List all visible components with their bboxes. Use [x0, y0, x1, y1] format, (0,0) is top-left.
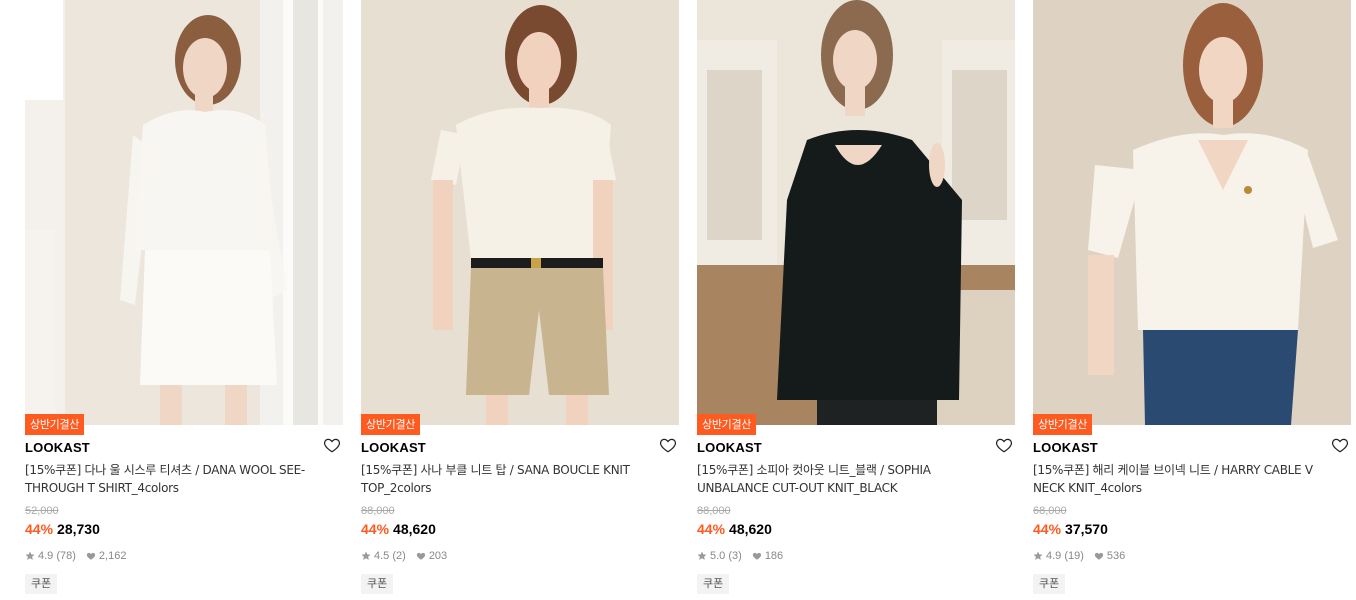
product-meta: 4.5 (2) 203: [361, 550, 447, 562]
price-row: 44% 37,570: [1033, 521, 1108, 537]
sale-price: 48,620: [393, 521, 436, 537]
brand-name[interactable]: LOOKAST: [361, 440, 426, 455]
brand-name[interactable]: LOOKAST: [25, 440, 90, 455]
heart-outline-icon[interactable]: [323, 436, 341, 454]
rating-value: 4.9: [1046, 550, 1062, 562]
discount-rate: 44%: [1033, 521, 1062, 537]
sale-price: 37,570: [1065, 521, 1108, 537]
review-count: (78): [56, 550, 76, 562]
product-title[interactable]: [15%쿠폰] 소피아 컷아웃 니트_블랙 / SOPHIA UNBALANCE…: [697, 461, 997, 497]
original-price: 88,000: [361, 505, 395, 517]
original-price: 68,000: [1033, 505, 1067, 517]
heart-filled-icon: [1094, 551, 1104, 561]
discount-rate: 44%: [361, 521, 390, 537]
heart-filled-icon: [752, 551, 762, 561]
promo-badge: 상반기결산: [361, 414, 421, 435]
product-card[interactable]: 상반기결산 LOOKAST [15%쿠폰] 사나 부클 니트 탑 / SANA …: [361, 0, 679, 600]
rating-value: 4.5: [374, 550, 390, 562]
like-count: 186: [764, 550, 784, 562]
product-grid: 상반기결산 LOOKAST [15%쿠폰] 다나 울 시스루 티셔츠 / DAN…: [0, 0, 1356, 600]
star-icon: [1033, 551, 1043, 561]
promo-badge: 상반기결산: [1033, 414, 1093, 435]
product-image[interactable]: [361, 0, 679, 425]
discount-rate: 44%: [697, 521, 726, 537]
product-card[interactable]: 상반기결산 LOOKAST [15%쿠폰] 다나 울 시스루 티셔츠 / DAN…: [25, 0, 343, 600]
review-count: (19): [1064, 550, 1084, 562]
like-count: 203: [428, 550, 448, 562]
product-image[interactable]: [697, 0, 1015, 425]
coupon-tag: 쿠폰: [25, 574, 58, 594]
promo-badge: 상반기결산: [697, 414, 757, 435]
original-price: 88,000: [697, 505, 731, 517]
star-icon: [697, 551, 707, 561]
product-card[interactable]: 상반기결산 LOOKAST [15%쿠폰] 해리 케이블 브이넥 니트 / HA…: [1033, 0, 1351, 600]
price-row: 44% 28,730: [25, 521, 100, 537]
rating-value: 5.0: [710, 550, 726, 562]
coupon-tag: 쿠폰: [1033, 574, 1066, 594]
product-meta: 4.9 (78) 2,162: [25, 550, 126, 562]
price-row: 44% 48,620: [697, 521, 772, 537]
rating-value: 4.9: [38, 550, 54, 562]
price-row: 44% 48,620: [361, 521, 436, 537]
sale-price: 48,620: [729, 521, 772, 537]
review-count: (3): [728, 550, 742, 562]
original-price: 52,000: [25, 505, 59, 517]
like-count: 536: [1106, 550, 1126, 562]
product-image[interactable]: [25, 0, 343, 425]
discount-rate: 44%: [25, 521, 54, 537]
product-card[interactable]: 상반기결산 LOOKAST [15%쿠폰] 소피아 컷아웃 니트_블랙 / SO…: [697, 0, 1015, 600]
review-count: (2): [392, 550, 406, 562]
product-image[interactable]: [1033, 0, 1351, 425]
product-meta: 4.9 (19) 536: [1033, 550, 1125, 562]
coupon-tag: 쿠폰: [697, 574, 730, 594]
heart-filled-icon: [416, 551, 426, 561]
promo-badge: 상반기결산: [25, 414, 85, 435]
coupon-tag: 쿠폰: [361, 574, 394, 594]
sale-price: 28,730: [57, 521, 100, 537]
product-meta: 5.0 (3) 186: [697, 550, 783, 562]
heart-outline-icon[interactable]: [995, 436, 1013, 454]
like-count: 2,162: [98, 550, 127, 562]
brand-name[interactable]: LOOKAST: [1033, 440, 1098, 455]
product-title[interactable]: [15%쿠폰] 다나 울 시스루 티셔츠 / DANA WOOL SEE-THR…: [25, 461, 325, 497]
star-icon: [361, 551, 371, 561]
heart-outline-icon[interactable]: [659, 436, 677, 454]
heart-filled-icon: [86, 551, 96, 561]
brand-name[interactable]: LOOKAST: [697, 440, 762, 455]
heart-outline-icon[interactable]: [1331, 436, 1349, 454]
product-title[interactable]: [15%쿠폰] 사나 부클 니트 탑 / SANA BOUCLE KNIT TO…: [361, 461, 661, 497]
star-icon: [25, 551, 35, 561]
product-title[interactable]: [15%쿠폰] 해리 케이블 브이넥 니트 / HARRY CABLE V NE…: [1033, 461, 1333, 497]
